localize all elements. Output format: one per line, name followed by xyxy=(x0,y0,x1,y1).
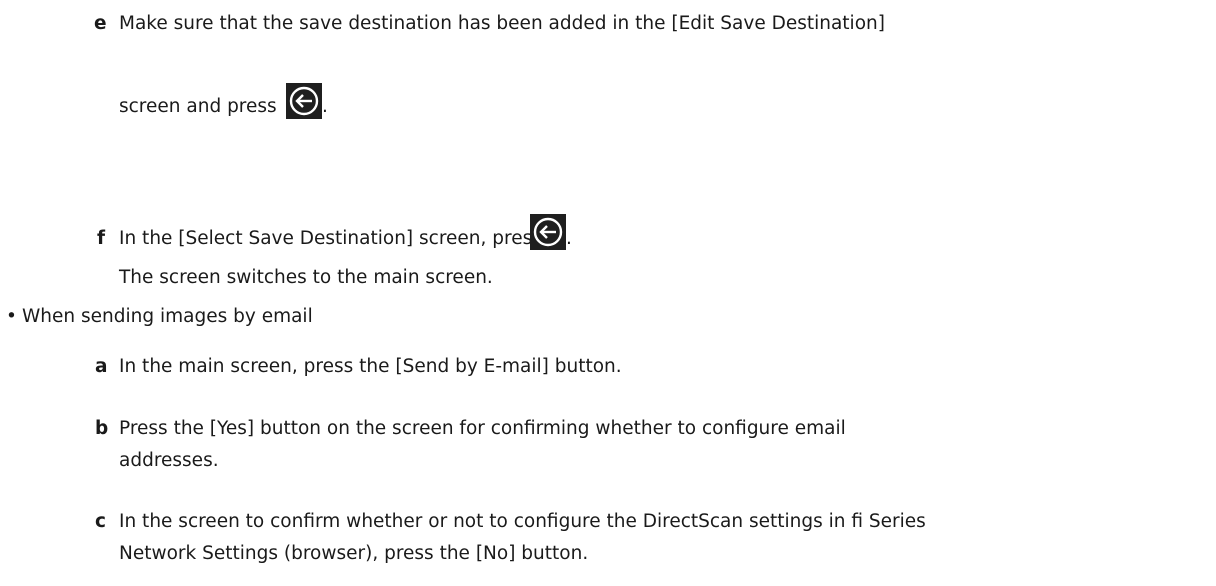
step-letter-f: f xyxy=(97,228,106,249)
step-a-text: In the main screen, press the [Send by E… xyxy=(119,356,622,377)
step-f-period: . xyxy=(566,228,572,249)
step-letter-b: b xyxy=(95,418,109,439)
step-c-text-line1: In the screen to confirm whether or not … xyxy=(119,511,926,532)
step-letter-e: e xyxy=(94,13,107,34)
step-e-text-before-icon: screen and press xyxy=(119,96,277,117)
step-f-text-before-icon: In the [Select Save Destination] screen,… xyxy=(119,228,542,249)
bullet: • xyxy=(6,306,17,327)
back-arrow-circle-icon xyxy=(286,83,322,119)
step-b-text-line1: Press the [Yes] button on the screen for… xyxy=(119,418,846,439)
back-arrow-circle-icon xyxy=(530,214,566,250)
step-letter-c: c xyxy=(95,511,106,532)
section-heading: When sending images by email xyxy=(22,306,313,327)
step-e-period: . xyxy=(322,96,328,117)
step-b-text-line2: addresses. xyxy=(119,450,219,471)
step-c-text-line2: Network Settings (browser), press the [N… xyxy=(119,543,589,564)
step-e-text-line1: Make sure that the save destination has … xyxy=(119,13,885,34)
step-letter-a: a xyxy=(95,356,108,377)
step-f-text-line2: The screen switches to the main screen. xyxy=(119,267,493,288)
step-e-text-line2: screen and press xyxy=(119,96,277,117)
